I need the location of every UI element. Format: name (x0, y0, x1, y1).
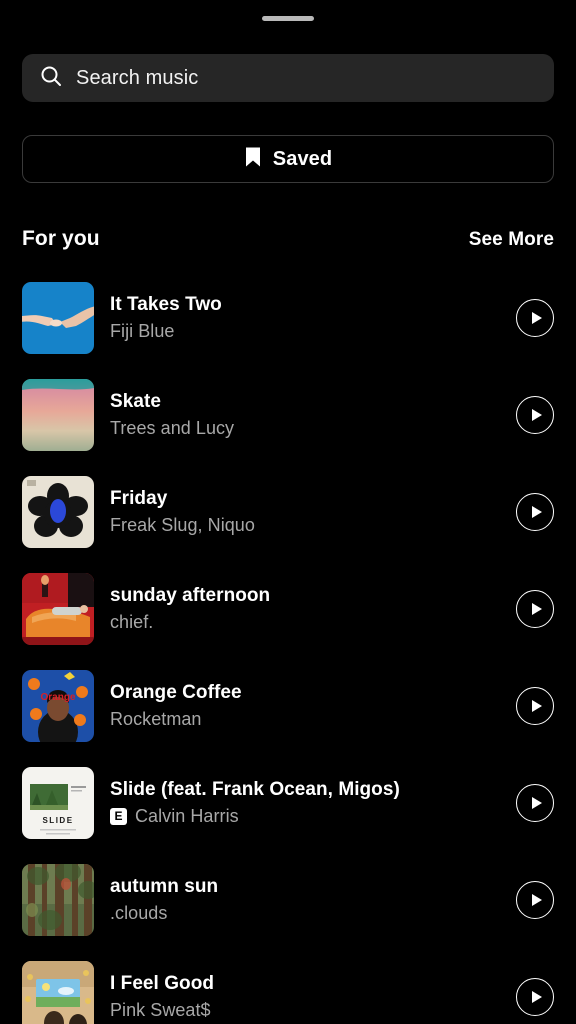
album-art-thumbnail[interactable] (22, 863, 94, 936)
play-triangle (531, 311, 542, 324)
see-more-link[interactable]: See More (469, 229, 554, 251)
track-title: sunday afternoon (110, 584, 271, 606)
saved-button-label: Saved (272, 147, 333, 170)
play-triangle (531, 699, 542, 712)
track-artist: Freak Slug, Niquo (110, 514, 255, 535)
play-icon[interactable] (516, 783, 554, 822)
album-art-thumbnail[interactable] (22, 572, 94, 645)
album-art-thumbnail[interactable]: SLIDE (22, 766, 94, 839)
music-picker-sheet: Search music Saved For you See More It T… (0, 0, 576, 1024)
saved-button[interactable]: Saved (22, 135, 554, 183)
play-icon[interactable] (516, 686, 554, 725)
track-title: Orange Coffee (110, 681, 242, 703)
play-icon[interactable] (516, 492, 554, 531)
track-meta: Slide (feat. Frank Ocean, Migos) E Calvin … (110, 779, 500, 827)
track-artist: Pink Sweat$ (110, 999, 211, 1020)
track-row[interactable]: I Feel Good EPink Sweat$ (22, 948, 554, 1024)
album-art-thumbnail[interactable]: Orange (22, 669, 94, 742)
for-you-section-header: For you See More (22, 227, 554, 251)
artist-line: ETrees and Lucy (110, 418, 500, 439)
track-row[interactable]: Friday EFreak Slug, Niquo (22, 463, 554, 560)
track-artist: chief. (110, 611, 154, 632)
artist-line: E Calvin Harris (110, 806, 500, 827)
search-icon (40, 65, 62, 92)
play-icon[interactable] (516, 880, 554, 919)
track-row[interactable]: SLIDE Slide (feat. Frank Ocean, Migos) E C… (22, 754, 554, 851)
play-icon[interactable] (516, 298, 554, 337)
album-art-thumbnail[interactable] (22, 281, 94, 354)
play-triangle (531, 505, 542, 518)
drag-handle-area[interactable] (0, 0, 576, 36)
search-placeholder: Search music (76, 66, 199, 89)
explicit-badge: E (110, 807, 127, 825)
play-triangle (531, 893, 542, 906)
track-row[interactable]: It Takes Two EFiji Blue (22, 269, 554, 366)
track-meta: autumn sun E.clouds (110, 876, 500, 924)
track-meta: Friday EFreak Slug, Niquo (110, 488, 500, 536)
section-title: For you (22, 227, 100, 250)
play-icon[interactable] (516, 395, 554, 434)
track-artist: Trees and Lucy (110, 417, 235, 438)
track-meta: Orange Coffee ERocketman (110, 682, 500, 730)
svg-text:Orange: Orange (40, 692, 75, 703)
play-triangle (531, 408, 542, 421)
track-meta: sunday afternoon Echief. (110, 585, 500, 633)
artist-line: EFiji Blue (110, 321, 500, 342)
track-row[interactable]: Skate ETrees and Lucy (22, 366, 554, 463)
artist-line: E.clouds (110, 903, 500, 924)
track-title: Slide (feat. Frank Ocean, Migos) (110, 778, 400, 800)
artist-line: Echief. (110, 612, 500, 633)
track-row[interactable]: sunday afternoon Echief. (22, 560, 554, 657)
track-artist: Rocketman (110, 708, 202, 729)
track-row[interactable]: autumn sun E.clouds (22, 851, 554, 948)
track-artist: Fiji Blue (110, 320, 175, 341)
drag-handle[interactable] (262, 15, 314, 21)
track-artist: .clouds (110, 902, 168, 923)
track-meta: I Feel Good EPink Sweat$ (110, 973, 500, 1021)
artist-line: EFreak Slug, Niquo (110, 515, 500, 536)
track-artist: Calvin Harris (135, 805, 239, 826)
album-art-thumbnail[interactable] (22, 475, 94, 548)
svg-text:SLIDE: SLIDE (42, 816, 73, 825)
search-input[interactable]: Search music (22, 54, 554, 102)
play-triangle (531, 602, 542, 615)
play-icon[interactable] (516, 589, 554, 628)
track-title: autumn sun (110, 875, 219, 897)
play-icon[interactable] (516, 977, 554, 1016)
track-title: Skate (110, 390, 161, 412)
track-meta: It Takes Two EFiji Blue (110, 294, 500, 342)
track-title: It Takes Two (110, 293, 222, 315)
track-title: Friday (110, 487, 168, 509)
play-triangle (531, 796, 542, 809)
track-meta: Skate ETrees and Lucy (110, 391, 500, 439)
track-title: I Feel Good (110, 972, 215, 994)
bookmark-icon (244, 146, 262, 173)
track-row[interactable]: Orange Orange Coffee ERocketman (22, 657, 554, 754)
artist-line: EPink Sweat$ (110, 1000, 500, 1021)
album-art-thumbnail[interactable] (22, 378, 94, 451)
play-triangle (531, 990, 542, 1003)
artist-line: ERocketman (110, 709, 500, 730)
track-list: It Takes TwoEFiji Blue SkateETrees and L… (0, 269, 576, 1024)
album-art-thumbnail[interactable] (22, 960, 94, 1024)
